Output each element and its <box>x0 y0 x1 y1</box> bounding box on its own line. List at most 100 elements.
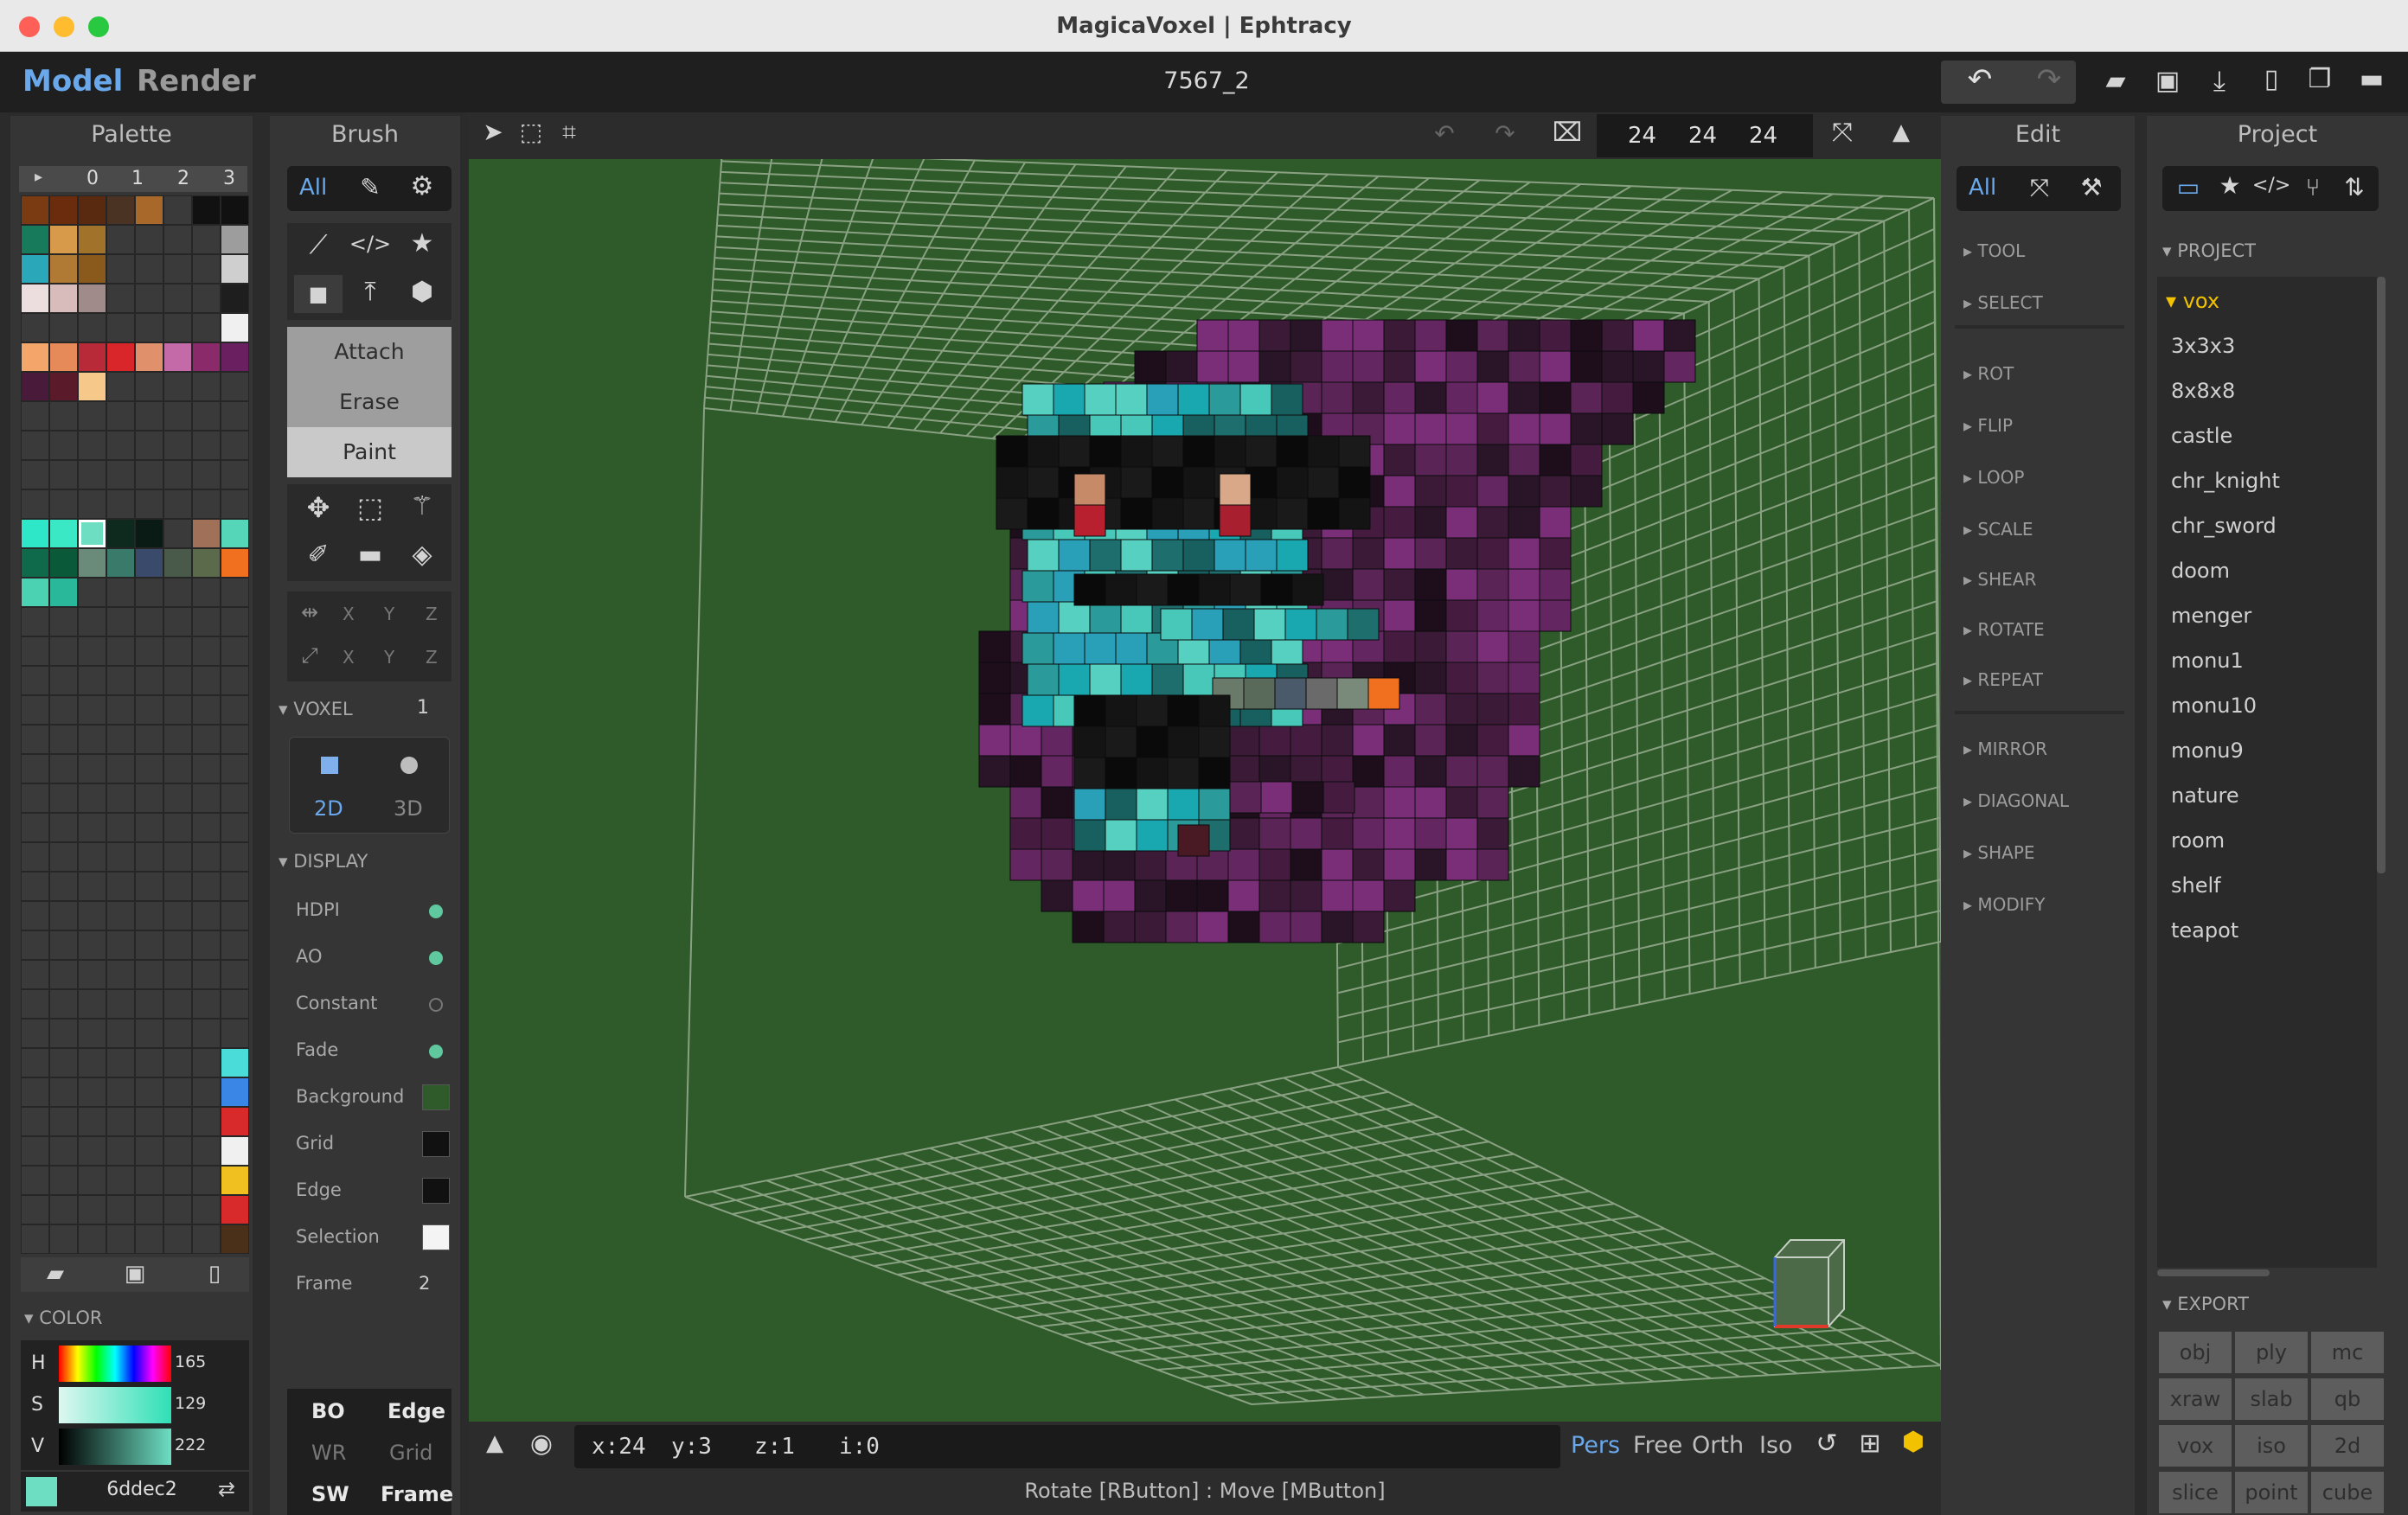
palette-swatch[interactable] <box>193 873 220 900</box>
mode-2d[interactable]: 2D <box>314 796 343 821</box>
size-y[interactable]: 24 <box>1688 123 1717 149</box>
palette-swatch[interactable] <box>221 1167 248 1194</box>
palette-swatch[interactable] <box>136 1020 163 1047</box>
palette-swatch[interactable] <box>193 608 220 636</box>
grid-toggle[interactable]: Grid <box>389 1441 432 1465</box>
palette-swatch[interactable] <box>136 902 163 930</box>
voxel-count[interactable]: 1 <box>417 697 429 719</box>
palette-swatch[interactable] <box>136 549 163 577</box>
axis-z[interactable]: Z <box>426 647 438 668</box>
palette-swatch[interactable] <box>221 373 248 400</box>
mirror-x[interactable]: X <box>343 604 355 624</box>
download-icon[interactable]: ⤓ <box>2200 64 2238 98</box>
palette-swatch[interactable] <box>79 255 106 283</box>
edit-section-rotate[interactable]: ▸ ROTATE <box>1963 619 2045 640</box>
palette-swatch[interactable] <box>164 961 191 988</box>
copy-icon[interactable]: ❐ <box>2301 64 2339 94</box>
palette-swatch[interactable] <box>136 608 163 636</box>
paint-mode[interactable]: Paint <box>287 427 452 477</box>
edit-section-rot[interactable]: ▸ ROT <box>1963 363 2014 384</box>
palette-swatch[interactable] <box>164 873 191 900</box>
palette-swatch[interactable] <box>50 226 77 253</box>
cube-icon[interactable]: ⬢ <box>1896 1427 1931 1457</box>
palette-swatch[interactable] <box>22 520 48 547</box>
palette-swatch[interactable] <box>221 1020 248 1047</box>
palette-swatch[interactable] <box>136 667 163 694</box>
camera-icon[interactable]: ◉ <box>524 1429 559 1459</box>
palette-swatch[interactable] <box>79 402 106 430</box>
export-vox[interactable]: vox <box>2159 1425 2232 1467</box>
palette-swatch[interactable] <box>107 608 134 636</box>
palette-swatch[interactable] <box>193 990 220 1018</box>
palette-swatch[interactable] <box>221 637 248 665</box>
edit-tab-all[interactable]: All <box>1969 175 1996 201</box>
palette-swatch[interactable] <box>193 755 220 783</box>
mirror-z[interactable]: Z <box>426 604 438 624</box>
palette-swatch[interactable] <box>221 343 248 371</box>
palette-swatch[interactable] <box>136 1225 163 1253</box>
palette-swatch[interactable] <box>22 1167 48 1194</box>
attach-mode[interactable]: Attach <box>287 327 452 377</box>
palette-swatch[interactable] <box>22 784 48 812</box>
palette-swatch[interactable] <box>221 931 248 959</box>
palette-swatch[interactable] <box>50 520 77 547</box>
3d-viewport[interactable] <box>469 159 1941 1422</box>
edit-tab-wrench-icon[interactable]: ⚒ <box>2074 173 2109 201</box>
export-2d[interactable]: 2d <box>2311 1425 2384 1467</box>
project-section-header[interactable]: ▾ PROJECT <box>2162 240 2256 261</box>
palette-swatch[interactable] <box>221 490 248 518</box>
export-iso[interactable]: iso <box>2235 1425 2308 1467</box>
palette-swatch[interactable] <box>193 1137 220 1165</box>
palette-swatch[interactable] <box>193 402 220 430</box>
palette-swatch[interactable] <box>22 343 48 371</box>
palette-swatch[interactable] <box>79 608 106 636</box>
open-folder-icon[interactable]: ▰ <box>2097 66 2135 96</box>
palette-swatch[interactable] <box>136 461 163 489</box>
palette-page-2[interactable]: 2 <box>177 168 189 189</box>
palette-swatch[interactable] <box>50 343 77 371</box>
project-item[interactable]: monu9 <box>2171 738 2244 763</box>
brush-tab-pen-icon[interactable]: ✎ <box>353 173 387 201</box>
palette-swatch[interactable] <box>193 1196 220 1224</box>
palette-swatch[interactable] <box>221 1137 248 1165</box>
palette-swatch[interactable] <box>136 814 163 841</box>
palette-swatch[interactable] <box>193 255 220 283</box>
palette-swatch[interactable] <box>22 1049 48 1077</box>
palette-swatch[interactable] <box>50 373 77 400</box>
palette-swatch[interactable] <box>107 726 134 753</box>
palette-swatch[interactable] <box>79 1049 106 1077</box>
palette-swatch[interactable] <box>22 314 48 342</box>
palette-swatch[interactable] <box>107 520 134 547</box>
palette-swatch[interactable] <box>164 314 191 342</box>
palette-save-icon[interactable]: ▣ <box>118 1261 152 1287</box>
palette-swatch[interactable] <box>221 226 248 253</box>
palette-swatch[interactable] <box>22 1108 48 1135</box>
palette-swatch[interactable] <box>79 667 106 694</box>
palette-swatch[interactable] <box>136 314 163 342</box>
color-section-header[interactable]: ▾ COLOR <box>24 1307 102 1328</box>
project-folder-icon[interactable]: ▭ <box>2169 173 2207 201</box>
display-color-selection[interactable] <box>422 1224 450 1250</box>
palette-swatch[interactable] <box>22 637 48 665</box>
palette-swatch[interactable] <box>221 608 248 636</box>
project-item[interactable]: 3x3x3 <box>2171 334 2235 358</box>
palette-swatch[interactable] <box>107 843 134 871</box>
palette-swatch[interactable] <box>164 1137 191 1165</box>
palette-swatch[interactable] <box>50 637 77 665</box>
palette-swatch[interactable] <box>50 814 77 841</box>
fit-view-icon[interactable]: ⤧ <box>1823 118 1861 148</box>
magic-wand-icon[interactable]: ⚚ <box>398 491 446 521</box>
palette-page-1[interactable]: 1 <box>131 168 144 189</box>
palette-swatch[interactable] <box>136 696 163 724</box>
palette-swatch[interactable] <box>221 461 248 489</box>
palette-swatch[interactable] <box>107 1108 134 1135</box>
palette-swatch[interactable] <box>136 784 163 812</box>
palette-page-0[interactable]: 0 <box>86 168 99 189</box>
palette-swatch[interactable] <box>193 461 220 489</box>
palette-swatch[interactable] <box>79 902 106 930</box>
redo-icon[interactable]: ↷ <box>2027 62 2071 97</box>
model-size-field[interactable]: 24 24 24 <box>1597 114 1813 157</box>
project-item[interactable]: monu1 <box>2171 649 2244 673</box>
palette-swatch[interactable] <box>50 843 77 871</box>
palette-swatch[interactable] <box>221 284 248 312</box>
